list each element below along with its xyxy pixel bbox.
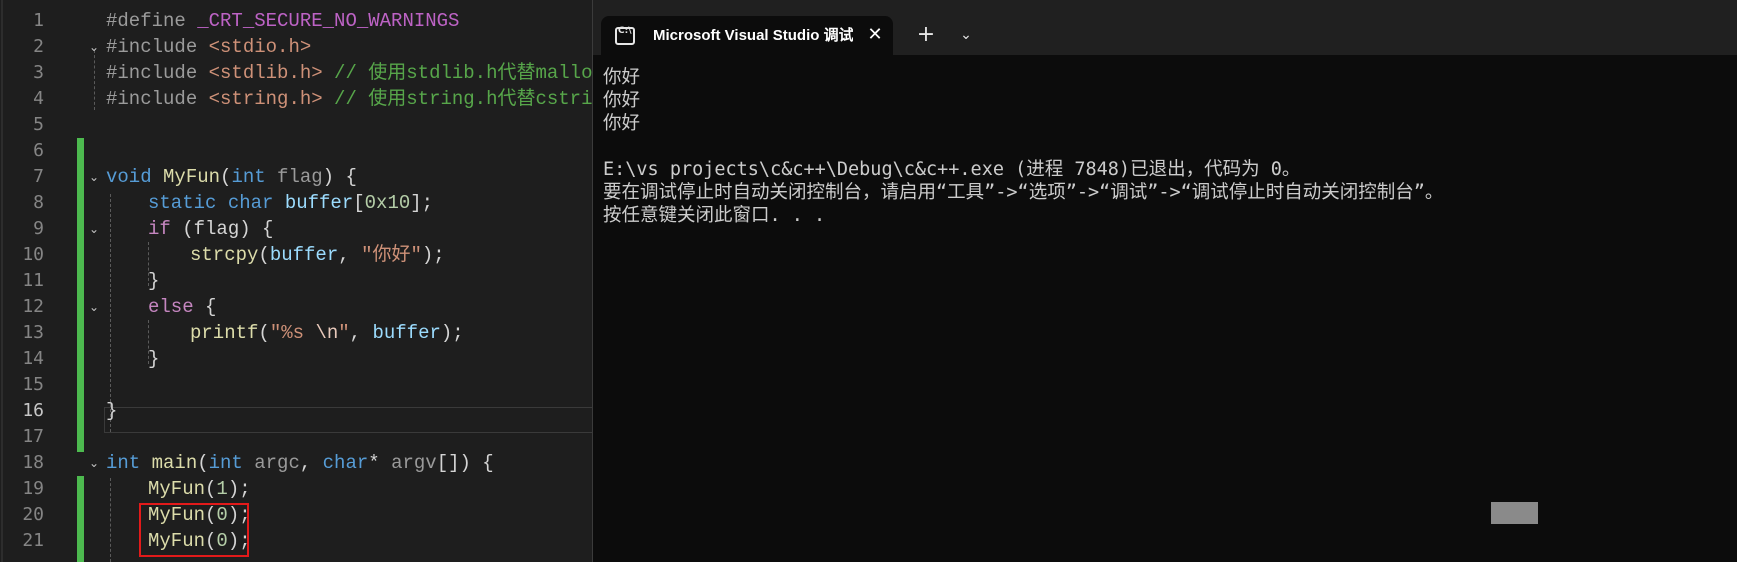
mouse-cursor-block	[1491, 502, 1538, 524]
chevron-down-icon[interactable]: ⌄	[89, 216, 101, 242]
line-number: 8	[33, 192, 44, 213]
close-icon[interactable]: ✕	[861, 21, 889, 49]
code-line[interactable]: 3 #include <stdlib.h> // 使用stdlib.h代替mal…	[0, 60, 600, 86]
line-number: 7	[33, 166, 44, 187]
line-number: 3	[33, 62, 44, 83]
code-text[interactable]: void MyFun(int flag) {	[106, 164, 357, 190]
code-line[interactable]: 5	[0, 112, 600, 138]
line-number: 21	[22, 530, 44, 551]
code-line[interactable]: 17	[0, 424, 600, 450]
line-number: 2	[33, 36, 44, 57]
output-line: 要在调试停止时自动关闭控制台，请启用“工具”->“选项”->“调试”->“调试停…	[603, 182, 1444, 203]
code-line[interactable]: 2 ⌄ #include <stdio.h>	[0, 34, 600, 60]
code-line[interactable]: 10 strcpy(buffer, "你好");	[0, 242, 600, 268]
output-line: 你好	[603, 67, 641, 88]
line-number: 11	[22, 270, 44, 291]
code-text[interactable]: }	[148, 268, 159, 294]
line-number: 14	[22, 348, 44, 369]
code-text[interactable]: #include <stdio.h>	[106, 34, 311, 60]
console-titlebar[interactable]: C:\ Microsoft Visual Studio 调试控制台 ✕ + ⌄	[593, 0, 1737, 55]
line-number: 19	[22, 478, 44, 499]
code-text[interactable]: strcpy(buffer, "你好");	[190, 242, 445, 268]
debug-console-window[interactable]: C:\ Microsoft Visual Studio 调试控制台 ✕ + ⌄ …	[592, 0, 1737, 562]
code-line[interactable]: 9 ⌄ if (flag) {	[0, 216, 600, 242]
code-text[interactable]: printf("%s \n", buffer);	[190, 320, 464, 346]
code-line[interactable]: 7 ⌄ void MyFun(int flag) {	[0, 164, 600, 190]
plus-icon[interactable]: +	[911, 20, 941, 50]
output-line: 按任意键关闭此窗口. . .	[603, 205, 826, 226]
line-number: 12	[22, 296, 44, 317]
output-line: 你好	[603, 113, 641, 134]
line-number: 18	[22, 452, 44, 473]
line-number: 20	[22, 504, 44, 525]
chevron-down-icon[interactable]: ⌄	[89, 164, 101, 190]
code-text[interactable]: }	[148, 346, 159, 372]
output-line: 你好	[603, 90, 641, 111]
code-editor[interactable]: 1 #define _CRT_SECURE_NO_WARNINGS 2 ⌄ #i…	[0, 0, 600, 562]
line-number: 16	[22, 400, 44, 421]
code-line-active[interactable]: 16 }	[0, 398, 600, 424]
code-text[interactable]: #define _CRT_SECURE_NO_WARNINGS	[106, 8, 459, 34]
line-number: 17	[22, 426, 44, 447]
code-line[interactable]: 13 printf("%s \n", buffer);	[0, 320, 600, 346]
code-text[interactable]: else {	[148, 294, 216, 320]
code-text[interactable]: #include <stdlib.h> // 使用stdlib.h代替mallo…	[106, 60, 600, 86]
code-text[interactable]: MyFun(1);	[148, 476, 251, 502]
terminal-icon: C:\	[615, 26, 635, 45]
chevron-down-icon[interactable]: ⌄	[951, 20, 981, 50]
code-line[interactable]: 18 ⌄ int main(int argc, char* argv[]) {	[0, 450, 600, 476]
output-line: E:\vs projects\c&c++\Debug\c&c++.exe (进程…	[603, 159, 1301, 180]
code-text[interactable]: }	[106, 398, 117, 424]
code-text[interactable]: if (flag) {	[148, 216, 273, 242]
line-number: 6	[33, 140, 44, 161]
line-number: 4	[33, 88, 44, 109]
code-line[interactable]: 20 MyFun(0);	[0, 502, 600, 528]
code-line[interactable]: 8 static char buffer[0x10];	[0, 190, 600, 216]
tab-title: Microsoft Visual Studio 调试控制台	[653, 27, 853, 44]
line-number: 10	[22, 244, 44, 265]
line-number: 1	[33, 10, 44, 31]
chevron-down-icon[interactable]: ⌄	[89, 34, 101, 60]
console-output[interactable]: 你好 你好 你好 E:\vs projects\c&c++\Debug\c&c+…	[603, 66, 1733, 227]
line-number: 9	[33, 218, 44, 239]
code-line[interactable]: 6	[0, 138, 600, 164]
code-line[interactable]: 1 #define _CRT_SECURE_NO_WARNINGS	[0, 8, 600, 34]
code-text[interactable]: static char buffer[0x10];	[148, 190, 433, 216]
code-line[interactable]: 21 MyFun(0);	[0, 528, 600, 554]
code-line[interactable]: 11 }	[0, 268, 600, 294]
console-tab[interactable]: C:\ Microsoft Visual Studio 调试控制台 ✕	[601, 16, 893, 55]
line-number: 15	[22, 374, 44, 395]
code-line[interactable]: 12 ⌄ else {	[0, 294, 600, 320]
code-text[interactable]: #include <string.h> // 使用string.h代替cstri…	[106, 86, 600, 112]
code-line[interactable]: 14 }	[0, 346, 600, 372]
code-text[interactable]: int main(int argc, char* argv[]) {	[106, 450, 494, 476]
chevron-down-icon[interactable]: ⌄	[89, 450, 101, 476]
annotation-highlight-box	[139, 503, 249, 557]
code-line[interactable]: 19 MyFun(1);	[0, 476, 600, 502]
code-line[interactable]: 4 #include <string.h> // 使用string.h代替cst…	[0, 86, 600, 112]
code-line[interactable]: 15	[0, 372, 600, 398]
chevron-down-icon[interactable]: ⌄	[89, 294, 101, 320]
line-number: 13	[22, 322, 44, 343]
line-number: 5	[33, 114, 44, 135]
